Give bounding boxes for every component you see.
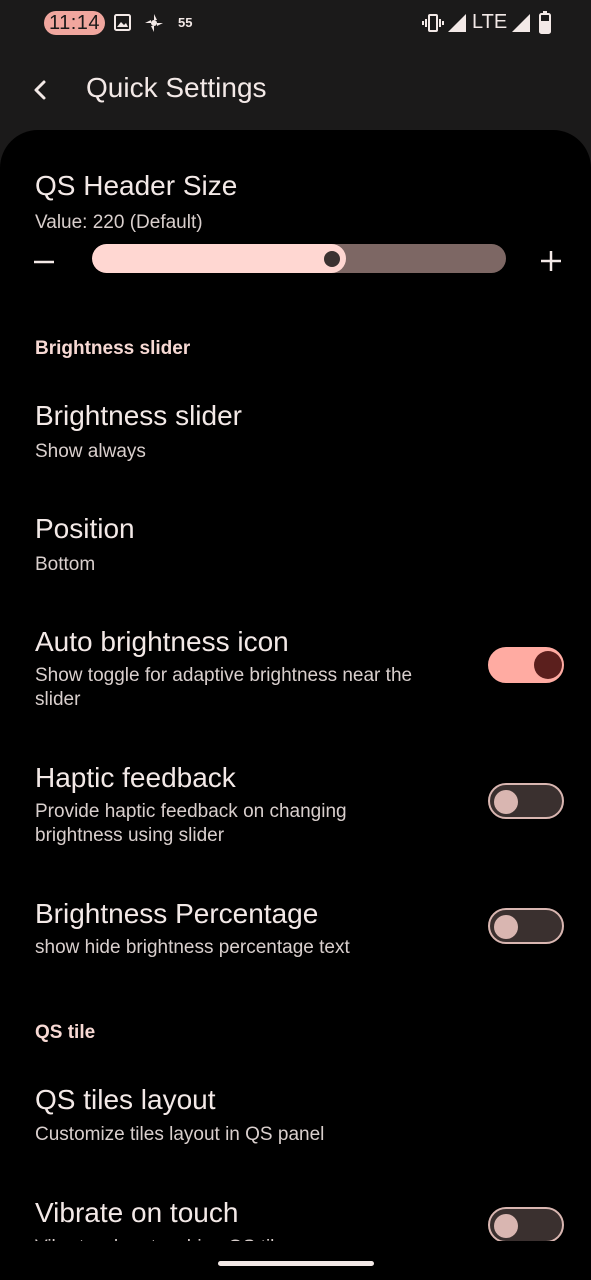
pref-position[interactable]: Position Bottom xyxy=(0,498,591,598)
gesture-nav-handle[interactable] xyxy=(218,1261,374,1266)
pref-summary: Provide haptic feedback on changing brig… xyxy=(35,801,347,846)
toggle-knob xyxy=(494,790,518,814)
pref-title: Haptic feedback xyxy=(35,762,236,793)
pref-brightness-slider[interactable]: Brightness slider Show always xyxy=(0,385,591,485)
notification-count: 55 xyxy=(178,15,193,30)
pref-title: Brightness slider xyxy=(35,400,242,431)
pref-title: Vibrate on touch xyxy=(35,1197,239,1228)
pref-haptic-feedback[interactable]: Haptic feedback Provide haptic feedback … xyxy=(0,747,591,867)
status-time: 11:14 xyxy=(44,11,105,35)
battery-icon xyxy=(539,11,551,34)
pref-brightness-percentage[interactable]: Brightness Percentage show hide brightne… xyxy=(0,883,591,983)
qs-header-size-value: Value: 220 (Default) xyxy=(35,212,203,233)
slider-fill xyxy=(92,244,347,273)
fan-icon xyxy=(145,14,163,32)
pref-title: Auto brightness icon xyxy=(35,626,289,657)
toggle-knob xyxy=(534,651,562,679)
page-title: Quick Settings xyxy=(86,72,267,103)
pref-summary: Bottom xyxy=(35,554,96,575)
section-header-brightness: Brightness slider xyxy=(35,338,191,359)
gallery-icon xyxy=(114,14,131,31)
toggle-knob xyxy=(494,915,518,939)
section-header-qs-tile: QS tile xyxy=(35,1022,96,1043)
qs-header-size-slider[interactable] xyxy=(92,244,506,273)
signal-icon xyxy=(448,14,466,32)
pref-summary: show hide brightness percentage text xyxy=(35,937,350,958)
vibrate-on-touch-toggle[interactable] xyxy=(488,1207,564,1243)
pref-summary: Customize tiles layout in QS panel xyxy=(35,1124,325,1145)
back-button[interactable] xyxy=(22,70,62,110)
pref-summary: Show toggle for adaptive brightness near… xyxy=(35,665,413,710)
app-bar: Quick Settings xyxy=(0,46,591,134)
minus-icon[interactable] xyxy=(26,244,62,280)
pref-title: QS tiles layout xyxy=(35,1084,216,1115)
pref-qs-tiles-layout[interactable]: QS tiles layout Customize tiles layout i… xyxy=(0,1070,591,1170)
settings-list[interactable]: QS Header Size Value: 220 (Default) Brig… xyxy=(0,130,591,1280)
pref-summary: Show always xyxy=(35,441,146,462)
pref-title: Position xyxy=(35,513,135,544)
vibrate-icon xyxy=(422,14,444,32)
brightness-percentage-toggle[interactable] xyxy=(488,908,564,944)
plus-icon[interactable] xyxy=(531,241,571,281)
signal-icon-2 xyxy=(512,14,530,32)
pref-auto-brightness-icon[interactable]: Auto brightness icon Show toggle for ada… xyxy=(0,611,591,731)
auto-brightness-toggle[interactable] xyxy=(488,647,564,683)
toggle-knob xyxy=(494,1214,518,1238)
network-type: LTE xyxy=(472,11,508,33)
pref-title: Brightness Percentage xyxy=(35,898,319,929)
qs-header-size-title: QS Header Size xyxy=(35,170,238,201)
haptic-feedback-toggle[interactable] xyxy=(488,783,564,819)
status-bar: 11:14 55 LTE xyxy=(0,0,591,46)
slider-thumb[interactable] xyxy=(324,251,341,267)
